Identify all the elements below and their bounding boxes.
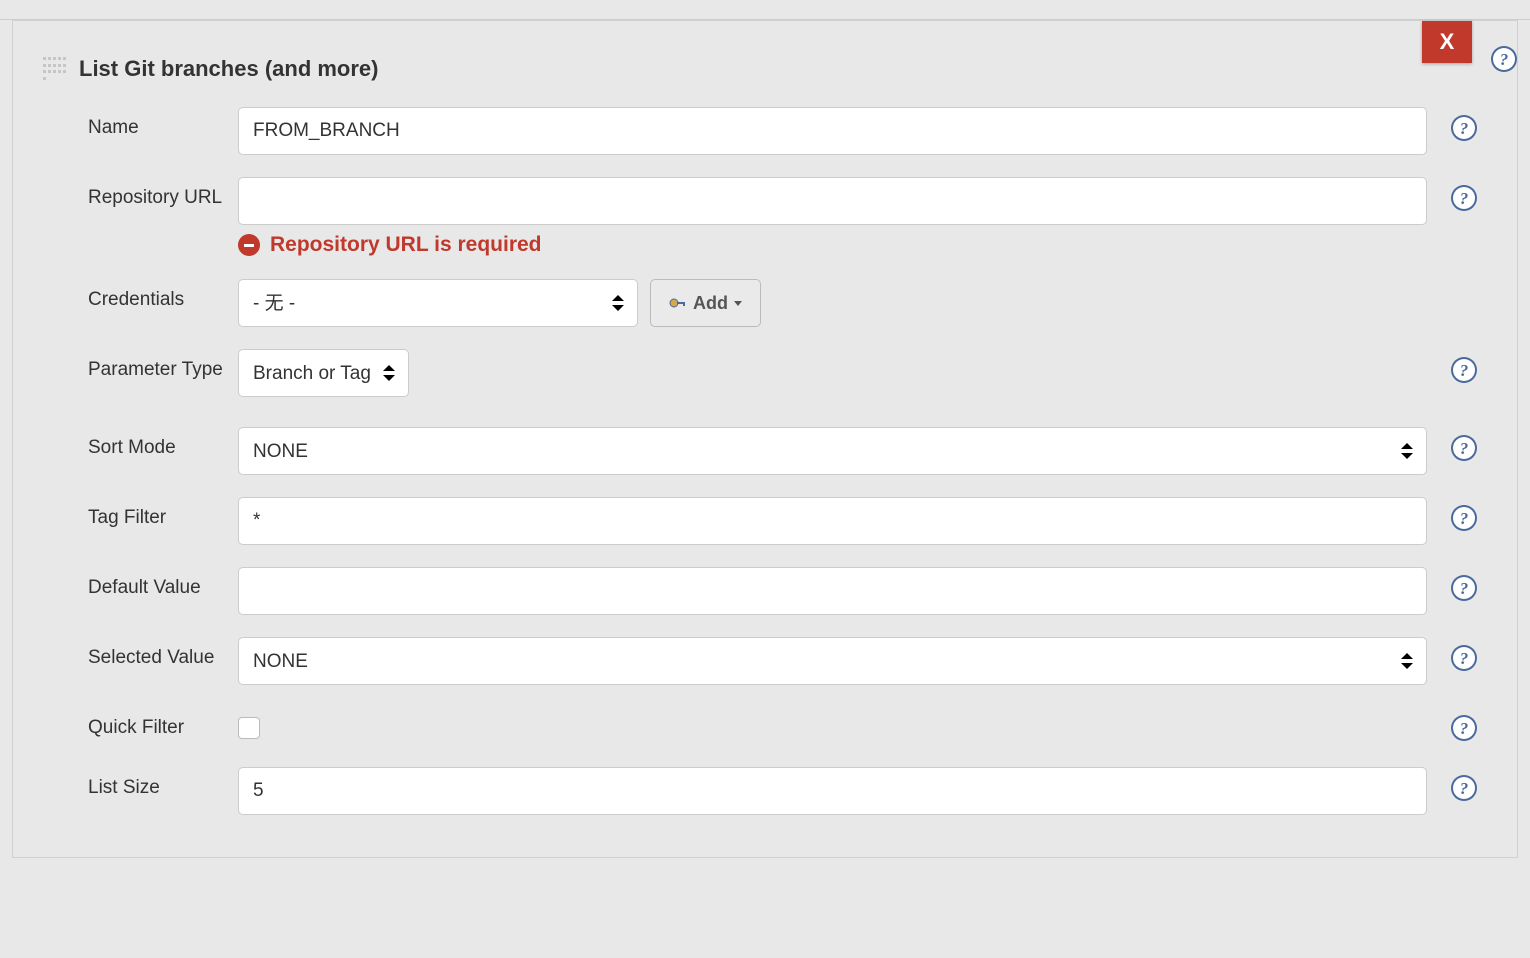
svg-text:?: ?: [1460, 439, 1469, 458]
repo-url-error: Repository URL is required: [238, 233, 1427, 257]
svg-text:?: ?: [1460, 189, 1469, 208]
help-icon[interactable]: ?: [1451, 115, 1477, 141]
error-text: Repository URL is required: [270, 233, 542, 257]
error-icon: [238, 234, 260, 256]
param-type-select[interactable]: Branch or Tag: [238, 349, 409, 397]
drag-handle-icon[interactable]: [43, 57, 67, 81]
label-tag-filter: Tag Filter: [43, 497, 238, 529]
quick-filter-checkbox[interactable]: [238, 717, 260, 739]
label-name: Name: [43, 107, 238, 139]
row-tag-filter: Tag Filter ?: [43, 497, 1477, 545]
label-quick-filter: Quick Filter: [43, 707, 238, 739]
help-icon[interactable]: ?: [1451, 775, 1477, 801]
label-param-type: Parameter Type: [43, 349, 238, 381]
svg-text:?: ?: [1460, 361, 1469, 380]
help-icon[interactable]: ?: [1491, 46, 1517, 72]
name-input[interactable]: [238, 107, 1427, 155]
help-icon[interactable]: ?: [1451, 505, 1477, 531]
section-title: List Git branches (and more): [79, 56, 379, 82]
svg-text:?: ?: [1460, 649, 1469, 668]
label-selected-value: Selected Value: [43, 637, 238, 669]
row-selected-value: Selected Value NONE ?: [43, 637, 1477, 685]
section-header: List Git branches (and more) ?: [43, 41, 1477, 82]
help-icon[interactable]: ?: [1451, 715, 1477, 741]
add-btn-label: Add: [693, 293, 728, 314]
list-size-input[interactable]: [238, 767, 1427, 815]
credentials-select[interactable]: - 无 -: [238, 279, 638, 327]
top-bar: [0, 0, 1530, 20]
help-icon[interactable]: ?: [1451, 357, 1477, 383]
tag-filter-input[interactable]: [238, 497, 1427, 545]
row-quick-filter: Quick Filter ?: [43, 707, 1477, 745]
svg-text:?: ?: [1460, 579, 1469, 598]
row-list-size: List Size ?: [43, 767, 1477, 815]
help-icon[interactable]: ?: [1451, 645, 1477, 671]
svg-text:?: ?: [1460, 719, 1469, 738]
label-list-size: List Size: [43, 767, 238, 799]
repo-url-input[interactable]: [238, 177, 1427, 225]
close-button[interactable]: X: [1422, 21, 1472, 63]
chevron-down-icon: [734, 299, 742, 307]
key-icon: [669, 294, 687, 312]
config-panel: X List Git branches (and more) ? Name ? …: [12, 20, 1518, 858]
add-credentials-button[interactable]: Add: [650, 279, 761, 327]
label-repo-url: Repository URL: [43, 177, 238, 209]
label-default-value: Default Value: [43, 567, 238, 599]
row-credentials: Credentials - 无 - Add: [43, 279, 1477, 327]
svg-text:?: ?: [1500, 50, 1509, 69]
svg-text:?: ?: [1460, 119, 1469, 138]
help-icon[interactable]: ?: [1451, 185, 1477, 211]
row-repo-url: Repository URL ? Repository URL is requi…: [43, 177, 1477, 257]
sort-mode-select[interactable]: NONE: [238, 427, 1427, 475]
row-param-type: Parameter Type Branch or Tag ?: [43, 349, 1477, 397]
row-name: Name ?: [43, 107, 1477, 155]
svg-text:?: ?: [1460, 509, 1469, 528]
label-credentials: Credentials: [43, 279, 238, 311]
selected-value-select[interactable]: NONE: [238, 637, 1427, 685]
help-icon[interactable]: ?: [1451, 575, 1477, 601]
help-icon[interactable]: ?: [1451, 435, 1477, 461]
svg-text:?: ?: [1460, 779, 1469, 798]
label-sort-mode: Sort Mode: [43, 427, 238, 459]
default-value-input[interactable]: [238, 567, 1427, 615]
row-sort-mode: Sort Mode NONE ?: [43, 427, 1477, 475]
row-default-value: Default Value ?: [43, 567, 1477, 615]
